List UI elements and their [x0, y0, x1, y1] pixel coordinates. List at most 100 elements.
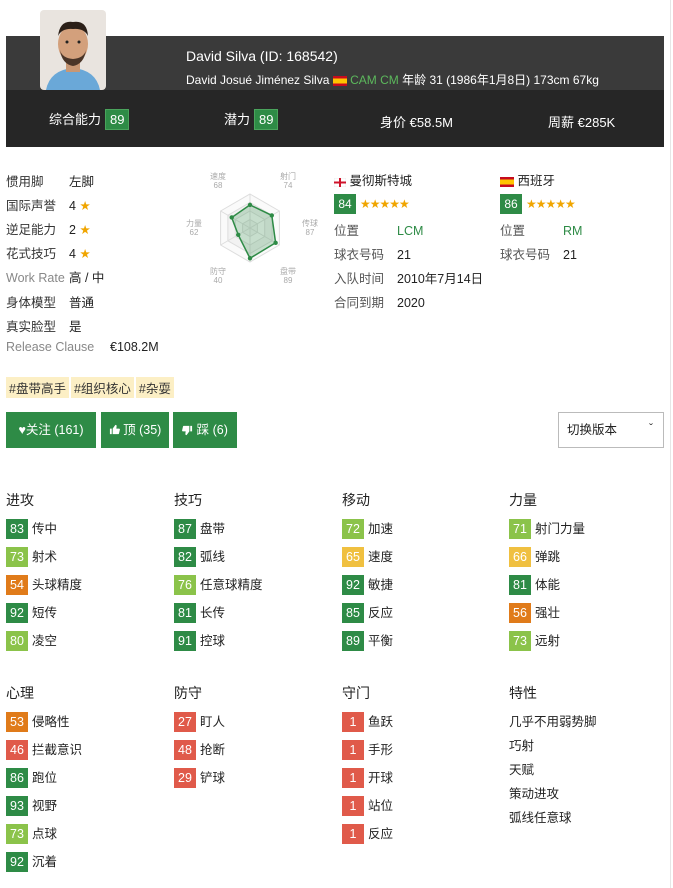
thumbs-up-icon [109, 423, 123, 437]
version-select[interactable]: 切换版本 ˇ [558, 412, 664, 448]
attribute-group: 心理 53 侵略性 46 拦截意识 86 跑位 93 视野 73 点球 92 沉着 [6, 683, 82, 879]
club-position-label: 位置 [334, 224, 360, 238]
position-secondary[interactable]: CM [380, 73, 399, 87]
profile-label: Release Clause [6, 340, 95, 354]
player-portrait [40, 10, 106, 90]
like-button[interactable]: 顶 (35) [101, 412, 169, 448]
version-select-label: 切换版本 [567, 423, 618, 437]
attribute-value-badge: 73 [6, 824, 28, 844]
national-position-value: RM [563, 224, 583, 238]
attribute-row: 73 射术 [6, 546, 82, 574]
attribute-radar-chart: 速度 68 射门 74 传球 87 盘带 89 防守 40 力量 62 [186, 171, 318, 285]
page-border [670, 0, 671, 888]
overall-stat: 综合能力 89 [49, 109, 130, 130]
tag-flair[interactable]: #杂耍 [135, 377, 174, 398]
tag-playmaker[interactable]: #组织核心 [70, 377, 134, 398]
attribute-name: 短传 [32, 606, 58, 620]
attribute-row: 92 短传 [6, 602, 82, 630]
radar-point [247, 202, 253, 208]
attribute-value-badge: 81 [509, 575, 531, 595]
attribute-group: 防守 27 盯人 48 抢断 29 铲球 [174, 683, 225, 795]
radar-label-dribbling: 盘带 [280, 266, 296, 276]
attribute-row: 93 视野 [6, 795, 82, 823]
profile-label: 国际声誉 [6, 199, 57, 213]
club-rating-row: 84 ★★★★★ [334, 194, 483, 223]
attribute-name: 强壮 [535, 606, 561, 620]
potential-label: 潜力 [224, 112, 251, 127]
follow-label: 关注 (161) [25, 423, 84, 437]
radar-label-defending: 防守 [210, 266, 226, 276]
attribute-value-badge: 29 [174, 768, 196, 788]
attribute-value-badge: 1 [342, 796, 364, 816]
attribute-group: 技巧 87 盘带 82 弧线 76 任意球精度 81 长传 91 控球 [174, 490, 263, 658]
attribute-value-badge: 76 [174, 575, 196, 595]
attribute-row: 89 平衡 [342, 630, 393, 658]
attribute-group-title: 移动 [342, 492, 370, 508]
attribute-row: 76 任意球精度 [174, 574, 263, 602]
attribute-name: 体能 [535, 578, 561, 592]
follow-button[interactable]: ♥关注 (161) [6, 412, 96, 448]
wage-label: 周薪 [548, 115, 575, 130]
attribute-row: 72 加速 [342, 518, 393, 546]
potential-badge: 89 [254, 109, 279, 130]
attribute-value-badge: 1 [342, 740, 364, 760]
attribute-name: 盘带 [200, 522, 226, 536]
attribute-value-badge: 80 [6, 631, 28, 651]
profile-label: 花式技巧 [6, 247, 57, 261]
trait-item: 策动进攻 [509, 787, 560, 801]
club-contract-label: 合同到期 [334, 296, 385, 310]
national-team-info: 西班牙 86 ★★★★★ 位置 RM 球衣号码 21 [500, 170, 582, 271]
attribute-name: 远射 [535, 634, 561, 648]
dislike-button[interactable]: 踩 (6) [173, 412, 237, 448]
attribute-value-badge: 81 [174, 603, 196, 623]
tag-dribbler[interactable]: #盘带高手 [6, 377, 69, 398]
thumbs-down-icon [182, 423, 196, 437]
national-number-value: 21 [563, 248, 577, 262]
value-amount: €58.5M [409, 115, 454, 130]
chevron-down-icon: ˇ [649, 421, 653, 435]
trait-item: 天赋 [509, 763, 535, 777]
attribute-value-badge: 73 [6, 547, 28, 567]
attribute-name: 传中 [32, 522, 58, 536]
attribute-name: 沉着 [32, 855, 58, 869]
attribute-row: 53 侵略性 [6, 711, 82, 739]
attribute-value-badge: 83 [6, 519, 28, 539]
attribute-name: 长传 [200, 606, 226, 620]
profile-row-skill-moves: 花式技巧 4 ★ [6, 243, 91, 261]
trait-item: 几乎不用弱势脚 [509, 715, 597, 729]
club-rating-badge: 84 [334, 194, 356, 214]
attribute-value-badge: 1 [342, 824, 364, 844]
attribute-row: 92 敏捷 [342, 574, 393, 602]
profile-row-foot: 惯用脚 左脚 [6, 171, 95, 189]
attribute-group: 守门 1 鱼跃 1 手形 1 开球 1 站位 1 反应 [342, 683, 393, 851]
attribute-value-badge: 92 [6, 603, 28, 623]
attribute-group: 进攻 83 传中 73 射术 54 头球精度 92 短传 80 凌空 [6, 490, 82, 658]
attribute-group-title: 技巧 [174, 492, 202, 508]
player-display-name: David Silva (ID: 168542) [186, 48, 338, 64]
attribute-name: 射术 [32, 550, 58, 564]
attribute-name: 弧线 [200, 550, 226, 564]
attribute-row: 81 长传 [174, 602, 263, 630]
club-header[interactable]: 曼彻斯特城 [333, 170, 483, 194]
england-flag-icon [333, 176, 347, 190]
attribute-value-badge: 1 [342, 712, 364, 732]
national-header[interactable]: 西班牙 [500, 170, 582, 194]
potential-stat: 潜力 89 [224, 109, 279, 130]
attribute-row: 1 开球 [342, 767, 393, 795]
attribute-value-badge: 27 [174, 712, 196, 732]
radar-value-pace: 68 [214, 181, 223, 190]
national-position-row: 位置 RM [500, 223, 582, 247]
attribute-value-badge: 71 [509, 519, 531, 539]
attribute-row: 80 凌空 [6, 630, 82, 658]
club-position-value: LCM [397, 224, 424, 238]
position-primary[interactable]: CAM [350, 73, 377, 87]
attribute-value-badge: 89 [342, 631, 364, 651]
attribute-row: 1 鱼跃 [342, 711, 393, 739]
summary-bar: 综合能力 89 潜力 89 身价 €58.5M 周薪 €285K [6, 90, 664, 147]
national-team-name[interactable]: 西班牙 [517, 174, 555, 188]
club-name[interactable]: 曼彻斯特城 [349, 174, 412, 188]
radar-value-dribbling: 89 [284, 276, 293, 285]
profile-value: 4 [69, 247, 76, 261]
dislike-label: 踩 (6) [196, 423, 228, 437]
profile-value: 左脚 [69, 175, 95, 189]
